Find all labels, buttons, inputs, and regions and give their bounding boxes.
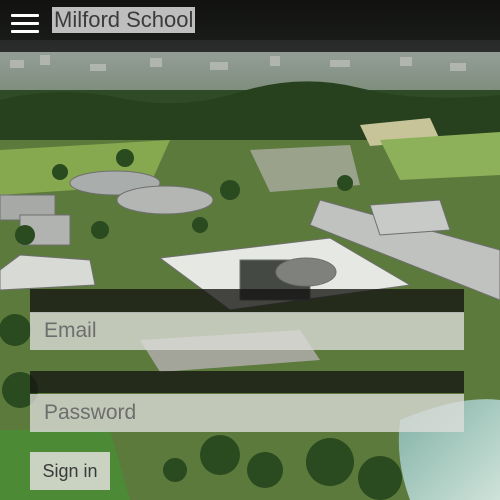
email-input[interactable] — [30, 312, 464, 350]
field-backdrop — [30, 371, 464, 393]
login-form: Sign in — [0, 0, 500, 500]
field-backdrop — [30, 289, 464, 313]
sign-in-button[interactable]: Sign in — [30, 452, 110, 490]
password-input[interactable] — [30, 394, 464, 432]
